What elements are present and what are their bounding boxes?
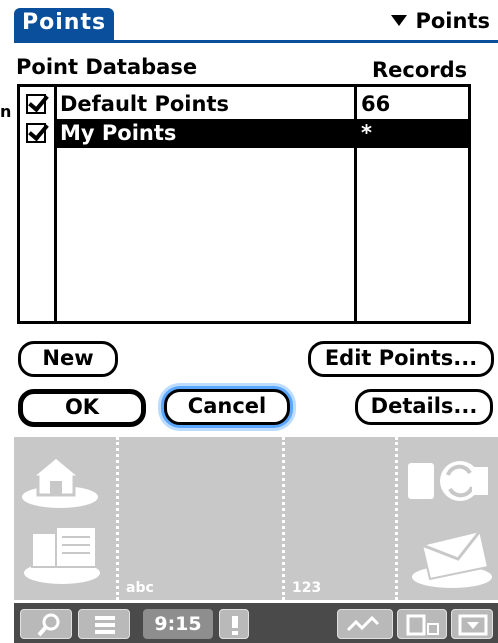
new-button[interactable]: New	[18, 341, 118, 377]
row-checkbox[interactable]	[26, 94, 46, 114]
calendar-apps-icon[interactable]	[22, 519, 108, 585]
row-name[interactable]: Default Points	[57, 90, 354, 119]
mail-icon[interactable]	[404, 523, 496, 589]
title-rule	[14, 40, 498, 43]
graffiti-abc-label: abc	[126, 580, 154, 596]
app-title[interactable]: Points	[14, 8, 115, 42]
graffiti-area[interactable]: abc 123	[14, 437, 498, 600]
points-database-table: Default Points 66 My Points *	[17, 84, 471, 324]
edge-text-fragment: n	[0, 102, 12, 121]
sync-icon[interactable]	[402, 451, 494, 511]
column-header-database: Point Database	[16, 55, 198, 79]
table-row[interactable]: Default Points 66	[20, 90, 468, 119]
graffiti-divider	[282, 437, 285, 600]
alert-icon[interactable]	[219, 609, 249, 639]
category-dropdown[interactable]: Points	[391, 9, 490, 33]
category-label: Points	[415, 9, 490, 33]
column-header-records: Records	[372, 58, 468, 82]
graffiti-divider	[395, 437, 398, 600]
clock[interactable]: 9:15	[143, 609, 213, 639]
signal-icon[interactable]	[337, 609, 393, 639]
graffiti-123-label: 123	[292, 580, 322, 596]
edit-points-button[interactable]: Edit Points...	[308, 341, 494, 377]
title-bar: Points Points	[14, 0, 498, 46]
graffiti-divider	[116, 437, 119, 600]
row-records[interactable]: 66	[357, 90, 468, 119]
input-icon[interactable]	[451, 609, 493, 639]
ok-button[interactable]: OK	[18, 389, 146, 427]
find-icon[interactable]	[20, 609, 72, 639]
row-checkbox[interactable]	[26, 123, 46, 143]
menu-icon[interactable]	[78, 609, 130, 639]
status-bar: 9:15	[14, 603, 498, 643]
details-button[interactable]: Details...	[355, 389, 493, 425]
home-icon[interactable]	[20, 449, 106, 509]
connection-icon[interactable]	[397, 609, 447, 639]
dropdown-triangle-icon	[391, 14, 408, 26]
row-records[interactable]: *	[357, 119, 468, 148]
row-name[interactable]: My Points	[57, 119, 354, 148]
table-row[interactable]: My Points *	[20, 119, 468, 148]
cancel-button[interactable]: Cancel	[164, 389, 290, 425]
